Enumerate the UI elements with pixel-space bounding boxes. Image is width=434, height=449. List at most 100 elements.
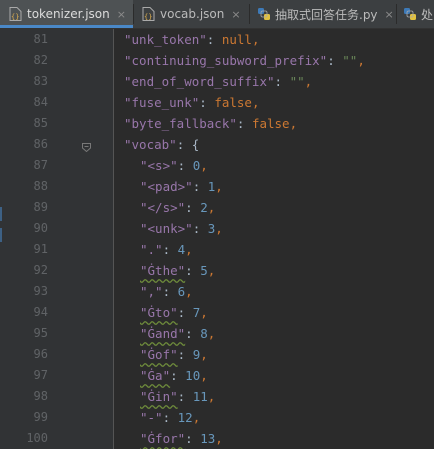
- json-value: 12: [177, 410, 193, 425]
- code-line: 89 "</s>": 2,: [0, 197, 434, 218]
- json-comma: ,: [185, 242, 193, 257]
- json-comma: ,: [207, 326, 216, 341]
- json-value: "": [289, 74, 305, 89]
- line-number: 92: [33, 263, 48, 277]
- json-key: ",": [140, 284, 163, 299]
- json-key: "byte_fallback": [124, 116, 237, 131]
- close-icon[interactable]: ×: [231, 8, 240, 21]
- code-text: "Ġfor": 13,: [140, 428, 223, 449]
- line-number: 97: [33, 368, 48, 382]
- json-colon: :: [199, 95, 215, 110]
- json-key: "end_of_word_suffix": [124, 74, 275, 89]
- code-text: "<unk>": 3,: [140, 218, 223, 239]
- code-line: 90 "<unk>": 3,: [0, 218, 434, 239]
- json-value: 2: [200, 200, 208, 215]
- json-key: "Ġin": [140, 389, 178, 404]
- json-value: 8: [200, 326, 208, 341]
- code-text: "</s>": 2,: [140, 197, 215, 218]
- tab-vocab-json[interactable]: {} vocab.json ×: [134, 0, 249, 28]
- json-colon: :: [177, 347, 193, 362]
- json-value: 5: [200, 263, 208, 278]
- json-value: {: [191, 137, 200, 152]
- json-colon: :: [236, 116, 252, 131]
- code-line: 96 "Ġof": 9,: [0, 344, 434, 365]
- line-number: 86: [33, 137, 48, 151]
- json-colon: :: [185, 263, 201, 278]
- json-value: null: [221, 32, 252, 47]
- tab-label: vocab.json: [160, 7, 225, 21]
- json-colon: :: [162, 410, 178, 425]
- code-line: 85 "byte_fallback": false,: [0, 113, 434, 134]
- tab-tokenizer-json[interactable]: {} tokenizer.json ×: [0, 0, 133, 28]
- code-line: 91 ".": 4,: [0, 239, 434, 260]
- json-file-icon: {}: [9, 7, 22, 21]
- json-value: false: [251, 116, 290, 131]
- code-text: "Ġto": 7,: [140, 302, 208, 323]
- code-line: 94 "Ġto": 7,: [0, 302, 434, 323]
- json-key: "Ġto": [140, 305, 178, 320]
- json-key: "<pad>": [140, 179, 193, 194]
- json-colon: :: [192, 221, 208, 236]
- code-line: 81 "unk_token": null,: [0, 29, 434, 50]
- line-number: 95: [33, 326, 48, 340]
- code-text: "-": 12,: [140, 407, 200, 428]
- svg-text:{}: {}: [144, 13, 152, 21]
- close-icon[interactable]: ×: [117, 8, 126, 21]
- json-colon: :: [185, 200, 201, 215]
- json-colon: :: [177, 389, 193, 404]
- close-icon[interactable]: ×: [385, 8, 394, 21]
- json-colon: :: [185, 326, 201, 341]
- code-editor[interactable]: 81 "unk_token": null, 82 "continuing_subwor…: [0, 29, 434, 449]
- json-comma: ,: [207, 200, 216, 215]
- line-number: 84: [33, 95, 48, 109]
- json-key: "-": [140, 410, 163, 425]
- tab-label: tokenizer.json: [27, 7, 110, 21]
- code-text: ",": 6,: [140, 281, 193, 302]
- code-line: 95 "Ġand": 8,: [0, 323, 434, 344]
- code-text: "Ġand": 8,: [140, 323, 215, 344]
- code-line: 97 "Ġa": 10,: [0, 365, 434, 386]
- code-text: "byte_fallback": false,: [124, 113, 297, 134]
- json-comma: ,: [200, 347, 208, 362]
- json-comma: ,: [289, 116, 298, 131]
- json-key: "vocab": [124, 137, 177, 152]
- json-key: "Ġa": [140, 368, 171, 383]
- json-colon: :: [162, 242, 178, 257]
- json-key: "unk_token": [124, 32, 207, 47]
- line-number: 81: [33, 32, 48, 46]
- json-key: "<unk>": [140, 221, 193, 236]
- json-comma: ,: [192, 410, 201, 425]
- code-line: 88 "<pad>": 1,: [0, 176, 434, 197]
- tab-label: 处: [421, 7, 434, 22]
- tab-truncated[interactable]: 处: [397, 0, 434, 28]
- code-line: 98 "Ġin": 11,: [0, 386, 434, 407]
- json-comma: ,: [185, 284, 193, 299]
- json-key: "Ġthe": [140, 263, 186, 278]
- json-key: "continuing_subword_prefix": [124, 53, 328, 68]
- json-key: "fuse_unk": [124, 95, 200, 110]
- json-value: false: [214, 95, 252, 110]
- python-file-icon: [257, 7, 270, 21]
- json-comma: ,: [251, 95, 260, 110]
- json-colon: :: [170, 368, 186, 383]
- code-text: "fuse_unk": false,: [124, 92, 260, 113]
- line-number: 99: [33, 410, 48, 424]
- tab-extractive-qa-py[interactable]: 抽取式回答任务.py ×: [250, 0, 396, 28]
- code-line: 87 "<s>": 0,: [0, 155, 434, 176]
- line-number: 89: [33, 200, 48, 214]
- line-number: 88: [33, 179, 48, 193]
- tab-label: 抽取式回答任务.py: [275, 7, 378, 22]
- json-value: "": [342, 53, 358, 68]
- code-text: "unk_token": null,: [124, 29, 260, 50]
- json-colon: :: [177, 305, 193, 320]
- code-line: 93 ",": 6,: [0, 281, 434, 302]
- json-value: 10: [185, 368, 201, 383]
- json-colon: :: [162, 284, 178, 299]
- json-comma: ,: [200, 368, 208, 383]
- code-line: 84 "fuse_unk": false,: [0, 92, 434, 113]
- json-key: "</s>": [140, 200, 186, 215]
- json-comma: ,: [207, 263, 216, 278]
- svg-text:{}: {}: [11, 13, 19, 21]
- code-text: ".": 4,: [140, 239, 193, 260]
- line-number: 94: [33, 305, 48, 319]
